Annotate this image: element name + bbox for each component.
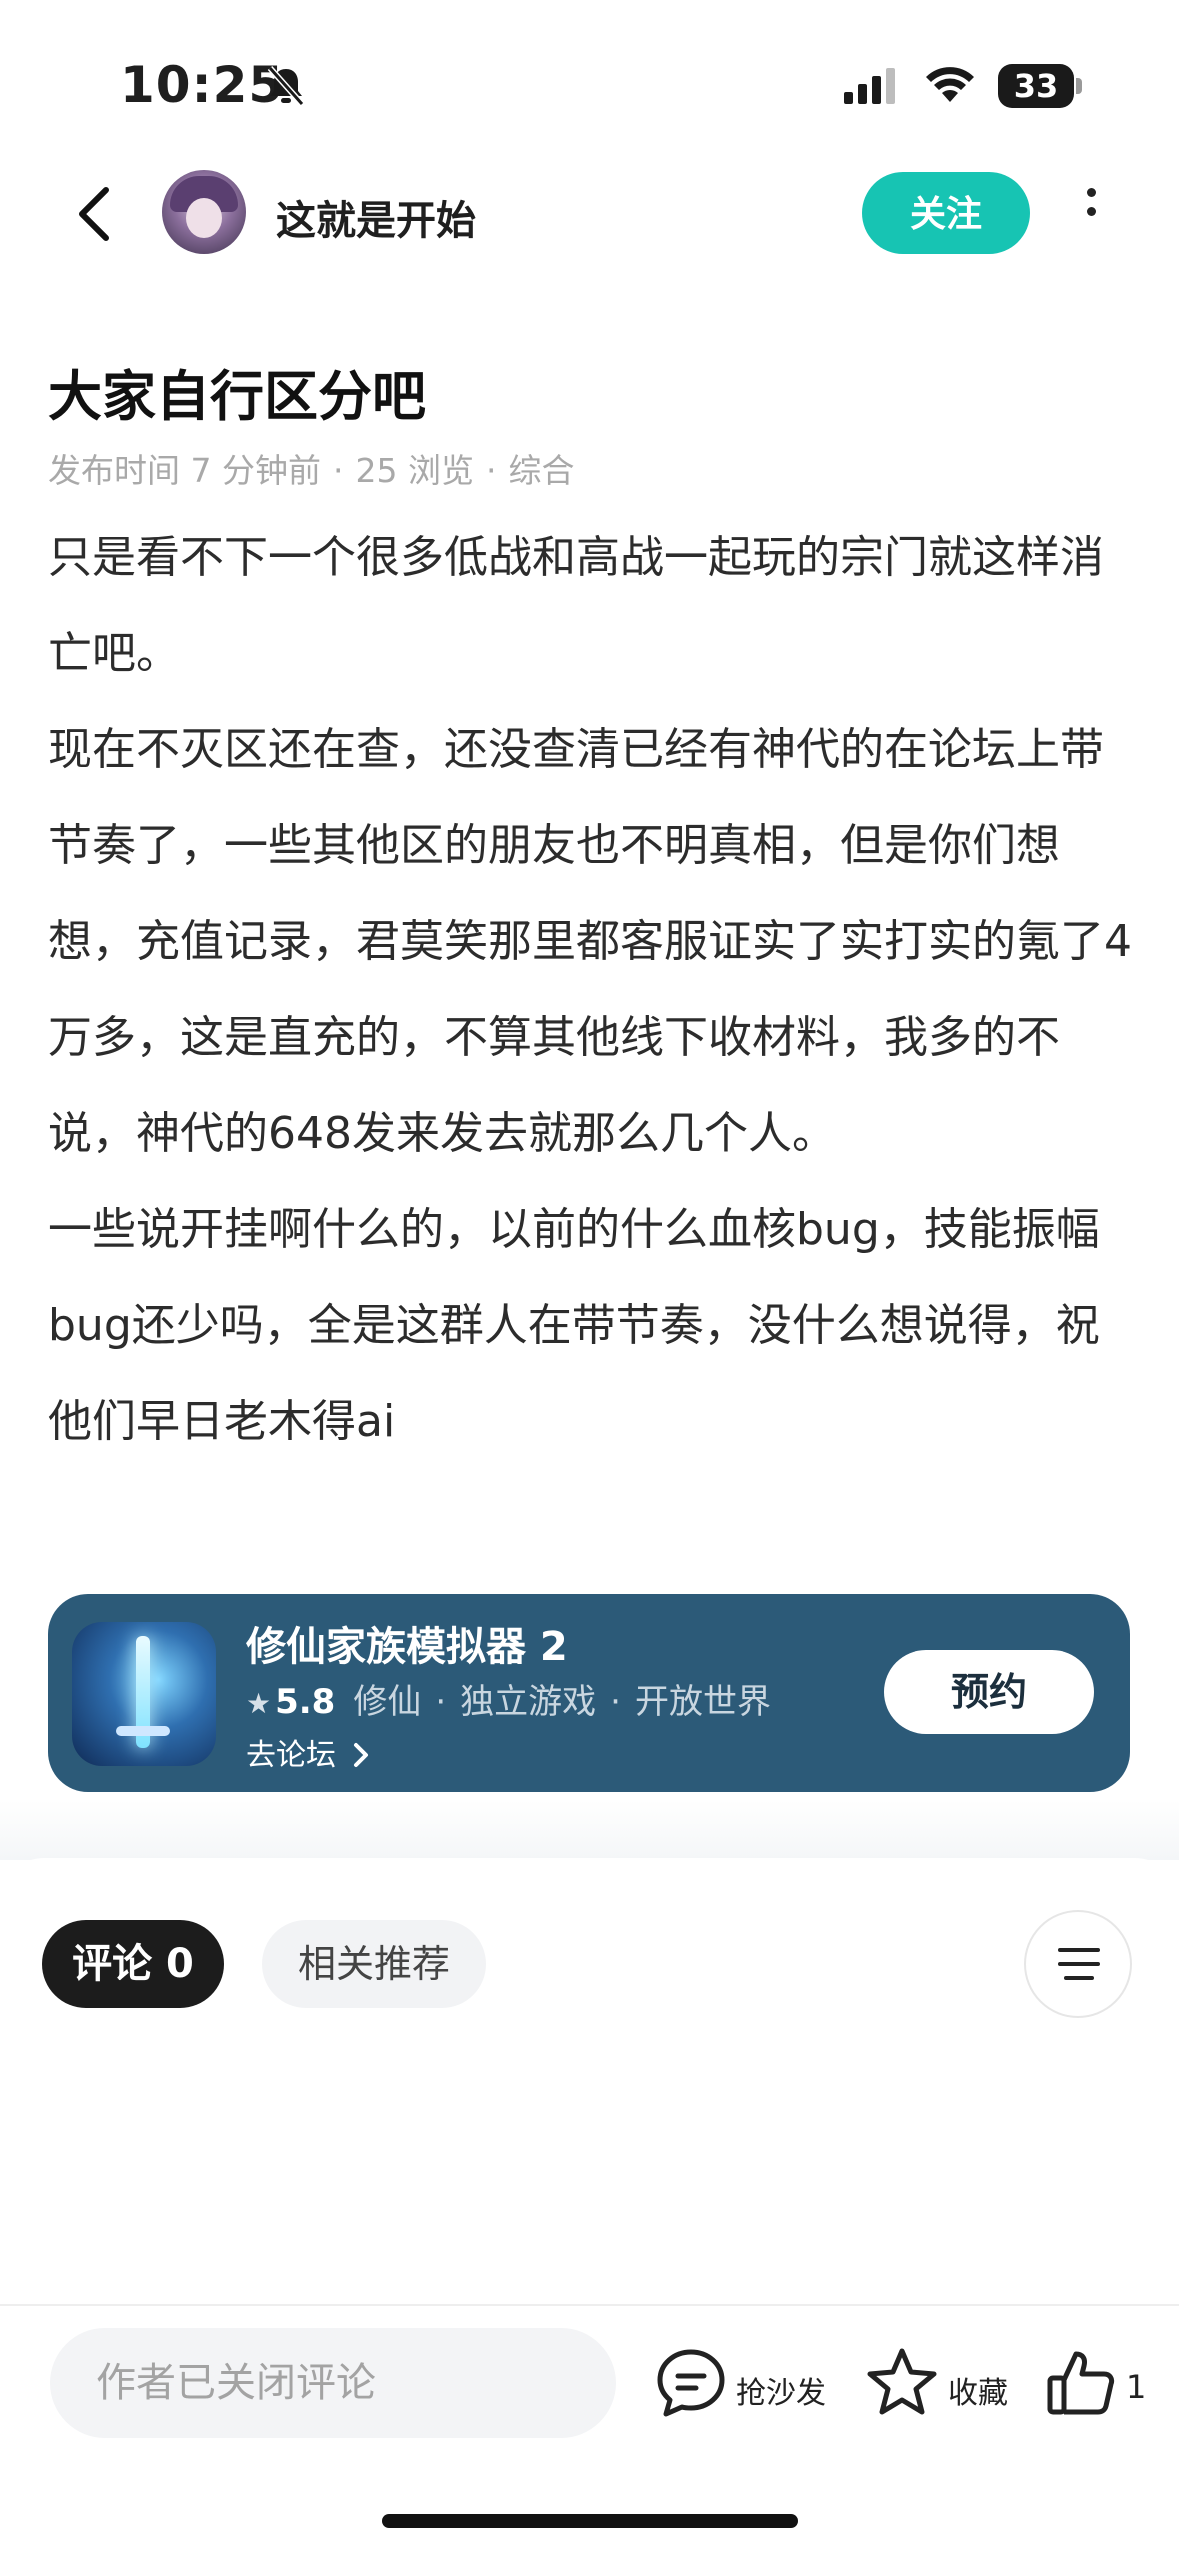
game-icon [72,1622,216,1766]
sort-button[interactable] [1024,1910,1132,2018]
post-meta: 发布时间 7 分钟前 · 25 浏览 · 综合 [48,451,575,490]
favorite-button[interactable]: 收藏 [864,2346,1008,2426]
wifi-icon [926,67,974,102]
post-title: 大家自行区分吧 [48,365,426,428]
back-arrow-icon[interactable] [68,182,124,246]
thumbs-up-icon [1047,2351,1115,2415]
post-views: 25 浏览 [355,451,474,490]
game-card[interactable]: 修仙家族模拟器 2 ★ 5.8 修仙 · 独立游戏 · 开放世界 去论坛 预约 [48,1594,1130,1792]
game-tags: ★ 5.8 修仙 · 独立游戏 · 开放世界 [246,1682,771,1722]
comment-bubble-icon [657,2349,725,2417]
post-category[interactable]: 综合 [508,451,574,490]
reserve-button[interactable]: 预约 [884,1650,1094,1734]
author-name[interactable]: 这就是开始 [276,188,476,246]
go-forum-label: 去论坛 [246,1738,336,1773]
game-tag: 独立游戏 [460,1682,597,1722]
grab-sofa-label: 抢沙发 [736,2376,826,2411]
star-icon: ★ [246,1687,272,1720]
go-forum-link[interactable]: 去论坛 [246,1730,372,1774]
game-tag: 开放世界 [634,1682,771,1722]
comments-panel: 评论 0 相关推荐 [0,1858,1179,2308]
tab-related[interactable]: 相关推荐 [262,1920,486,2008]
game-rating: 5.8 [275,1682,336,1722]
post-body: 只是看不下一个很多低战和高战一起玩的宗门就这样消亡吧。 现在不灭区还在查，还没查… [48,510,1138,1470]
comment-input[interactable]: 作者已关闭评论 [50,2328,616,2438]
follow-button[interactable]: 关注 [862,172,1030,254]
status-time: 10:25 [120,56,285,114]
post-time: 发布时间 7 分钟前 [48,451,321,490]
more-options-icon[interactable] [1076,188,1106,238]
chevron-right-icon [353,1743,368,1767]
author-avatar[interactable] [162,170,246,254]
game-tag: 修仙 [353,1682,422,1722]
post-header: 这就是开始 关注 [0,160,1179,270]
status-bar: 10:25 33 [0,0,1179,160]
battery-level: 33 [998,64,1074,108]
tab-comments[interactable]: 评论 0 [42,1920,224,2008]
favorite-label: 收藏 [948,2376,1008,2411]
like-count: 1 [1126,2368,1147,2406]
post-paragraph: 只是看不下一个很多低战和高战一起玩的宗门就这样消亡吧。 [48,532,1104,679]
star-outline-icon [867,2348,937,2415]
post-paragraph: 现在不灭区还在查，还没查清已经有神代的在论坛上带节奏了，一些其他区的朋友也不明真… [48,724,1132,1159]
cellular-signal-icon [844,68,895,104]
like-button[interactable]: 1 [1044,2346,1146,2426]
grab-sofa-button[interactable]: 抢沙发 [654,2346,826,2426]
post-paragraph: 一些说开挂啊什么的，以前的什么血核bug，技能振幅bug还少吗，全是这群人在带节… [48,1204,1100,1447]
game-name: 修仙家族模拟器 2 [246,1624,568,1670]
battery-cap [1076,78,1082,94]
bell-muted-icon [267,66,305,106]
sort-icon [1058,1948,1100,1980]
home-indicator[interactable] [382,2514,798,2528]
section-fade [0,1800,1179,1860]
